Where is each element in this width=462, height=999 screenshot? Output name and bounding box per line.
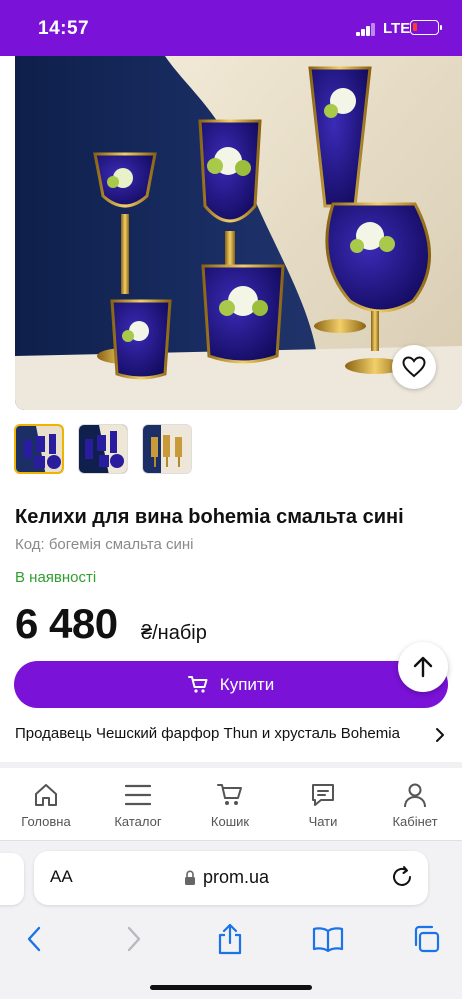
chevron-right-icon [436, 728, 444, 742]
arrow-up-icon [413, 656, 433, 678]
signal-icon [356, 23, 376, 36]
address-bar[interactable]: AA prom.ua [34, 851, 428, 905]
lock-icon [184, 869, 196, 886]
url-display[interactable]: prom.ua [184, 867, 269, 888]
cart-icon [187, 675, 208, 694]
scroll-to-top-button[interactable] [398, 642, 448, 692]
availability-status: В наявності [15, 569, 97, 586]
url-text: prom.ua [203, 867, 270, 887]
home-indicator [150, 985, 312, 990]
battery-icon [410, 20, 442, 35]
nav-item-catalog[interactable]: Каталог [98, 780, 178, 829]
buy-button-label: Купити [219, 674, 275, 694]
share-icon [218, 923, 242, 955]
nav-item-chats[interactable]: Чати [283, 780, 363, 829]
price-unit: ₴/набір [141, 622, 207, 644]
buy-button[interactable]: Купити [14, 661, 448, 708]
product-title: Келихи для вина bohemia смальта сині [15, 506, 404, 528]
nav-label-catalog: Каталог [114, 814, 162, 829]
previous-tab[interactable] [0, 853, 24, 905]
status-bar: 14:57 LTE [0, 0, 462, 56]
text-size-button[interactable]: AA [50, 867, 73, 887]
nav-item-home[interactable]: Головна [6, 780, 86, 829]
browser-toolbar: AA prom.ua [0, 840, 462, 999]
chevron-right-icon [127, 926, 141, 952]
home-icon [6, 780, 86, 810]
book-icon [312, 927, 344, 952]
nav-label-home: Головна [21, 814, 71, 829]
seller-link[interactable]: Продавець Чешский фарфор Thun и хрусталь… [15, 723, 447, 747]
wishlist-button[interactable] [392, 345, 436, 389]
chat-icon [283, 780, 363, 810]
status-time: 14:57 [38, 18, 90, 39]
gallery-thumbnail-1[interactable] [14, 424, 64, 474]
menu-icon [98, 780, 178, 810]
forward-button[interactable] [116, 921, 152, 957]
nav-label-account: Кабінет [392, 814, 438, 829]
cart-icon [190, 780, 270, 810]
text-size-label: AA [50, 867, 73, 886]
product-price: 6 480 [15, 600, 118, 647]
heart-icon [402, 356, 426, 378]
seller-name: Продавець Чешский фарфор Thun и хрусталь… [15, 725, 400, 742]
bottom-navigation: Головна Каталог Кошик Чати Кабінет [0, 768, 462, 840]
back-button[interactable] [16, 921, 52, 957]
chevron-left-icon [27, 926, 41, 952]
nav-label-chats: Чати [308, 814, 338, 829]
bookmarks-button[interactable] [310, 921, 346, 957]
nav-item-cart[interactable]: Кошик [190, 780, 270, 829]
gallery-thumbnail-2[interactable] [78, 424, 128, 474]
gallery-thumbnail-3[interactable] [142, 424, 192, 474]
nav-label-cart: Кошик [210, 814, 250, 829]
share-button[interactable] [212, 921, 248, 957]
nav-item-account[interactable]: Кабінет [375, 780, 455, 829]
tabs-button[interactable] [408, 921, 444, 957]
product-code: Код: богемія смальта сині [15, 536, 194, 553]
user-icon [375, 780, 455, 810]
tabs-icon [414, 925, 440, 953]
network-label: LTE [383, 20, 411, 37]
reload-icon[interactable] [390, 865, 414, 894]
